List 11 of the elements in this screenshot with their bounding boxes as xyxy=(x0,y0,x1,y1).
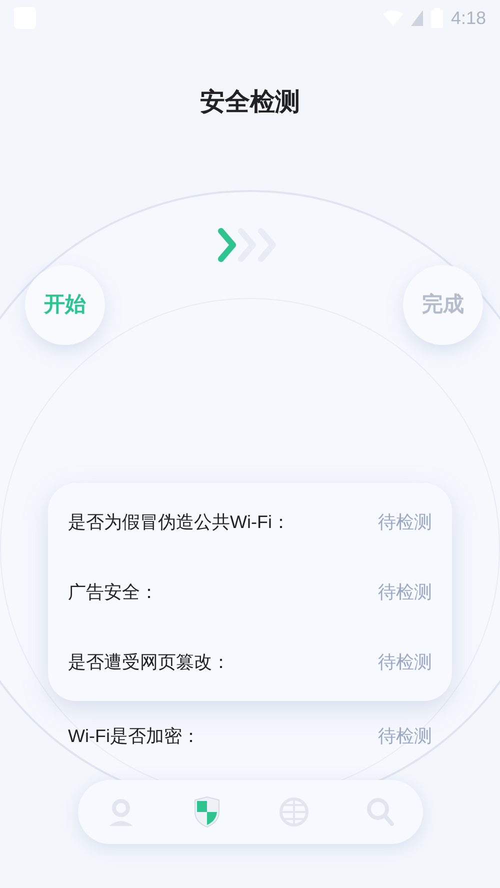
check-status: 待检测 xyxy=(378,580,432,604)
check-label: 是否遭受网页篡改： xyxy=(68,650,230,674)
check-status: 待检测 xyxy=(378,510,432,534)
check-label: 广告安全： xyxy=(68,580,158,604)
check-label: 是否为假冒伪造公共Wi-Fi： xyxy=(68,510,290,534)
page-title: 安全检测 xyxy=(200,87,300,118)
status-time: 4:18 xyxy=(450,6,486,30)
check-status: 待检测 xyxy=(378,724,432,748)
check-status: 待检测 xyxy=(378,650,432,674)
check-label: Wi-Fi是否加密： xyxy=(68,724,200,748)
signal-icon xyxy=(410,10,423,26)
